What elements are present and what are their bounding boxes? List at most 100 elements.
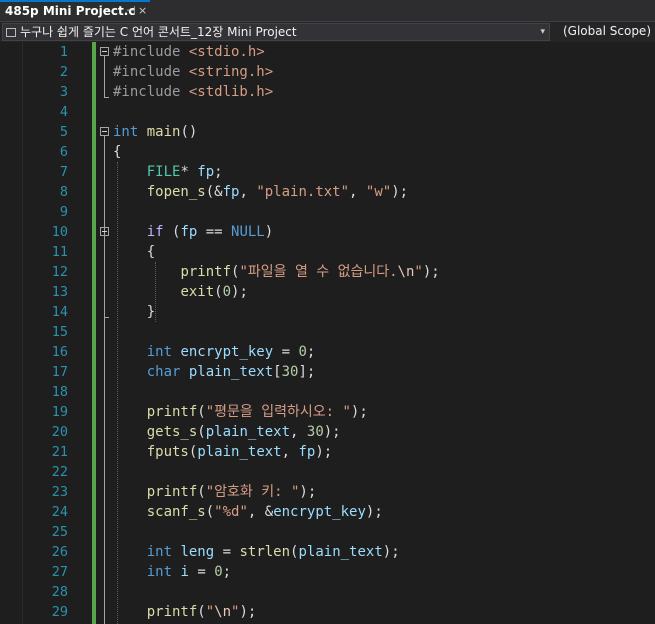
code-line[interactable]: 21 fputs(plain_text, fp); (0, 442, 655, 462)
code-token: ); (239, 604, 257, 620)
code-token: fp (222, 184, 240, 200)
code-token: , (239, 184, 257, 200)
code-token: ); (350, 404, 368, 420)
code-line[interactable]: 26 int leng = strlen(plain_text); (0, 542, 655, 562)
code-line[interactable]: 6{ (0, 142, 655, 162)
code-token: #include (113, 84, 189, 100)
code-token: strlen (239, 544, 291, 560)
code-text: fputs(plain_text, fp); (113, 442, 332, 462)
code-line[interactable]: 22 (0, 462, 655, 482)
line-number: 5 (59, 124, 68, 140)
code-token: , (281, 444, 299, 460)
code-line[interactable]: 17 char plain_text[30]; (0, 362, 655, 382)
code-line[interactable]: 9 (0, 202, 655, 222)
code-token: main (146, 124, 181, 140)
code-line[interactable]: 27 int i = 0; (0, 562, 655, 582)
code-token: <string.h> (188, 64, 274, 80)
code-token: FILE (146, 164, 181, 180)
code-line[interactable]: 16 int encrypt_key = 0; (0, 342, 655, 362)
line-number: 12 (51, 264, 68, 280)
code-text: #include <stdio.h> (113, 42, 265, 62)
code-token: encrypt_key (273, 504, 366, 520)
code-token: , (290, 424, 307, 440)
pin-tab-icon[interactable]: ⊣ (126, 2, 136, 20)
line-number: 19 (51, 404, 68, 420)
project-scope-label: 누구나 쉽게 즐기는 C 언어 콘서트_12장 Mini Project (20, 25, 297, 39)
code-token: int (146, 344, 173, 360)
code-line[interactable]: 8 fopen_s(&fp, "plain.txt", "w"); (0, 182, 655, 202)
line-number: 8 (59, 184, 68, 200)
code-text: int main() (113, 122, 197, 142)
code-token: 0 (222, 284, 232, 300)
project-scope-dropdown[interactable]: 누구나 쉽게 즐기는 C 언어 콘서트_12장 Mini Project ▾ (2, 23, 550, 41)
code-line[interactable]: 20 gets_s(plain_text, 30); (0, 422, 655, 442)
document-tab[interactable]: 485p Mini Project.c ⊣ × (0, 0, 150, 21)
close-tab-icon[interactable]: × (138, 2, 147, 20)
code-token: fp (197, 164, 215, 180)
code-token: i (180, 564, 189, 580)
code-token: [ (273, 364, 282, 380)
code-token: "평문을 입력하시오: " (205, 404, 351, 420)
code-line[interactable]: 15 (0, 322, 655, 342)
code-line[interactable]: 14 } (0, 302, 655, 322)
code-text: #include <string.h> (113, 62, 273, 82)
code-line[interactable]: 29 printf("\n"); (0, 602, 655, 622)
code-line[interactable]: 7 FILE* fp; (0, 162, 655, 182)
line-number: 10 (51, 224, 68, 240)
code-line[interactable]: 2 #include <string.h> (0, 62, 655, 82)
code-token: 30 (306, 424, 324, 440)
code-line[interactable]: 10 if (fp == NULL) (0, 222, 655, 242)
code-token: ; (306, 344, 316, 360)
code-line[interactable]: 1 #include <stdio.h> (0, 42, 655, 62)
code-text: printf("\n"); (113, 602, 257, 622)
code-token: { (113, 244, 156, 260)
code-line[interactable]: 28 (0, 582, 655, 602)
code-line[interactable]: 4 (0, 102, 655, 122)
line-number: 21 (51, 444, 68, 460)
code-text: FILE* fp; (113, 162, 223, 182)
code-token: "암호화 키: " (205, 484, 300, 500)
line-number: 28 (51, 584, 68, 600)
code-token: ; (214, 164, 223, 180)
code-token: printf (180, 264, 232, 280)
code-text: printf("평문을 입력하시오: "); (113, 402, 368, 422)
code-token: scanf_s (146, 504, 206, 520)
code-text: int i = 0; (113, 562, 231, 582)
code-editor[interactable]: 1 #include <stdio.h> 2 #include <string.h> 3… (0, 42, 655, 624)
chevron-down-icon[interactable]: ▾ (540, 24, 545, 40)
code-text: char plain_text[30]; (113, 362, 316, 382)
code-text: int encrypt_key = 0; (113, 342, 316, 362)
code-line[interactable]: 19 printf("평문을 입력하시오: "); (0, 402, 655, 422)
line-number: 3 (59, 84, 68, 100)
code-token: ( (197, 404, 206, 420)
code-token: } (113, 304, 156, 320)
code-token: * (180, 164, 198, 180)
code-token: ( (197, 424, 206, 440)
code-line[interactable]: 24 scanf_s("%d", &encrypt_key); (0, 502, 655, 522)
code-token: 0 (214, 564, 223, 580)
line-number: 23 (51, 484, 68, 500)
line-number: 22 (51, 464, 68, 480)
code-line[interactable]: 13 exit(0); (0, 282, 655, 302)
code-line[interactable]: 18 (0, 382, 655, 402)
code-token: fopen_s (146, 184, 206, 200)
code-token: = (273, 344, 299, 360)
global-scope-label: (Global Scope) (562, 24, 651, 38)
code-line[interactable]: 3 #include <stdlib.h> (0, 82, 655, 102)
code-line[interactable]: 5 int main() (0, 122, 655, 142)
global-scope-dropdown[interactable]: (Global Scope) (552, 23, 653, 41)
code-text: { (113, 242, 155, 262)
line-number: 16 (51, 344, 68, 360)
code-line[interactable]: 25 (0, 522, 655, 542)
code-line[interactable]: 11 { (0, 242, 655, 262)
code-token: , (349, 184, 366, 200)
line-number: 20 (51, 424, 68, 440)
code-token: , & (247, 504, 274, 520)
code-line[interactable]: 12 printf("파일을 열 수 없습니다.\n"); (0, 262, 655, 282)
code-line[interactable]: 23 printf("암호화 키: "); (0, 482, 655, 502)
